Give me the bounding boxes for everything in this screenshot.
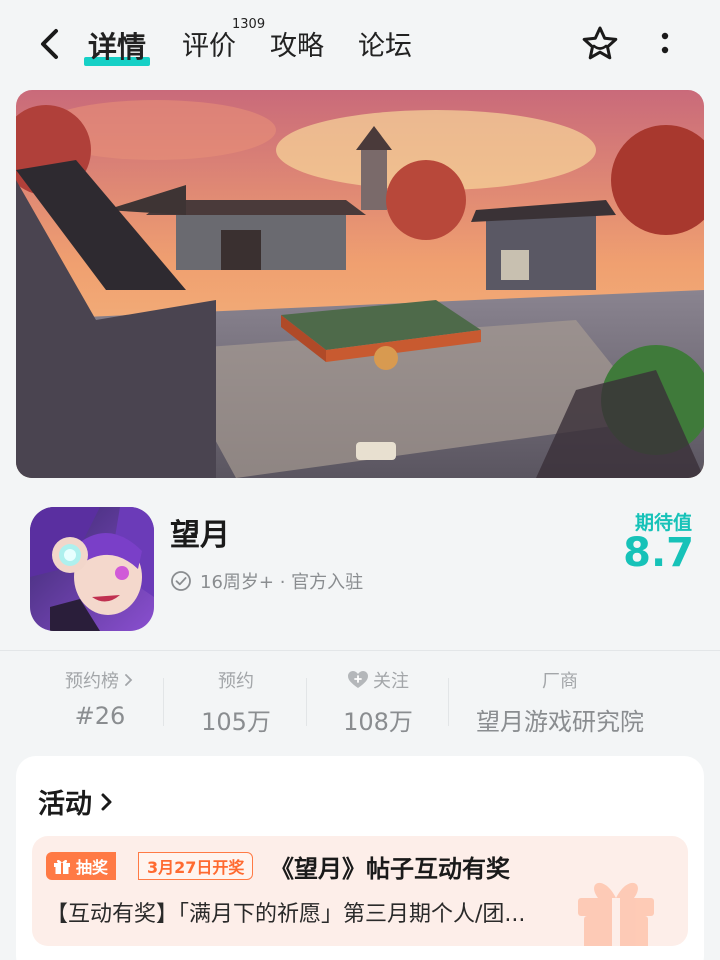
top-nav: 详情 评价 1309 攻略 论坛 [0, 0, 720, 88]
lottery-date-badge: 3月27日开奖 [138, 852, 254, 880]
chevron-right-icon [101, 793, 112, 810]
expectation-score: 8.7 [623, 530, 694, 576]
stat-separator [163, 678, 164, 726]
game-app-icon[interactable] [30, 507, 154, 631]
activity-post-title: 《望月》帖子互动有奖 [270, 855, 510, 883]
game-meta: 16周岁+ · 官方入驻 [170, 568, 363, 594]
more-options-icon[interactable] [656, 28, 674, 60]
age-rating-and-status: 16周岁+ · 官方入驻 [200, 572, 364, 593]
tab-reviews[interactable]: 评价 [182, 24, 236, 63]
game-title: 望月 [170, 518, 230, 553]
stat-label: 关注 [373, 671, 409, 692]
activity-item[interactable]: 抽奖 3月27日开奖 《望月》帖子互动有奖 【互动有奖】「满月下的祈愿」第三月期… [32, 836, 688, 946]
banner-artwork [16, 90, 704, 478]
stat-value: 望月游戏研究院 [476, 708, 644, 736]
favorite-star-icon[interactable] [580, 24, 620, 64]
heart-plus-icon [348, 671, 368, 688]
stat-booking-rank[interactable]: 预约榜 #26 [40, 668, 160, 730]
stat-value: 105万 [201, 708, 271, 736]
chevron-right-icon [125, 674, 133, 686]
stat-label: 厂商 [542, 671, 578, 692]
tab-forum[interactable]: 论坛 [358, 24, 412, 63]
activity-card: 活动 抽奖 3月27日开奖 《望月》帖子互动有奖 【互动有奖】「满月下的祈愿」第… [16, 756, 704, 960]
activity-header[interactable]: 活动 [38, 782, 114, 821]
stat-value: #26 [74, 702, 126, 730]
section-divider [0, 650, 720, 651]
activity-post-description: 【互动有奖】「满月下的祈愿」第三月期个人/团... [46, 902, 526, 927]
tab-guides[interactable]: 攻略 [270, 24, 324, 63]
review-count-badge: 1309 [232, 17, 266, 32]
stat-value: 108万 [343, 708, 413, 736]
stat-bookings: 预约 105万 [176, 668, 296, 737]
stat-label: 预约榜 [65, 671, 119, 692]
lottery-badge-label: 抽奖 [76, 858, 109, 877]
activity-title: 活动 [38, 789, 92, 820]
character-avatar-icon [30, 507, 154, 631]
gift-icon [54, 859, 70, 874]
stat-separator [448, 678, 449, 726]
stat-followers[interactable]: 关注 108万 [318, 668, 438, 737]
stat-label: 预约 [218, 671, 254, 692]
lottery-badge: 抽奖 [46, 852, 117, 880]
stat-separator [306, 678, 307, 726]
stat-publisher[interactable]: 厂商 望月游戏研究院 [460, 668, 660, 737]
verified-check-icon [171, 571, 191, 591]
back-arrow-icon[interactable] [34, 26, 66, 62]
game-banner-image[interactable] [16, 90, 704, 478]
gift-watermark-icon [578, 882, 654, 946]
tab-details[interactable]: 详情 [88, 24, 146, 66]
